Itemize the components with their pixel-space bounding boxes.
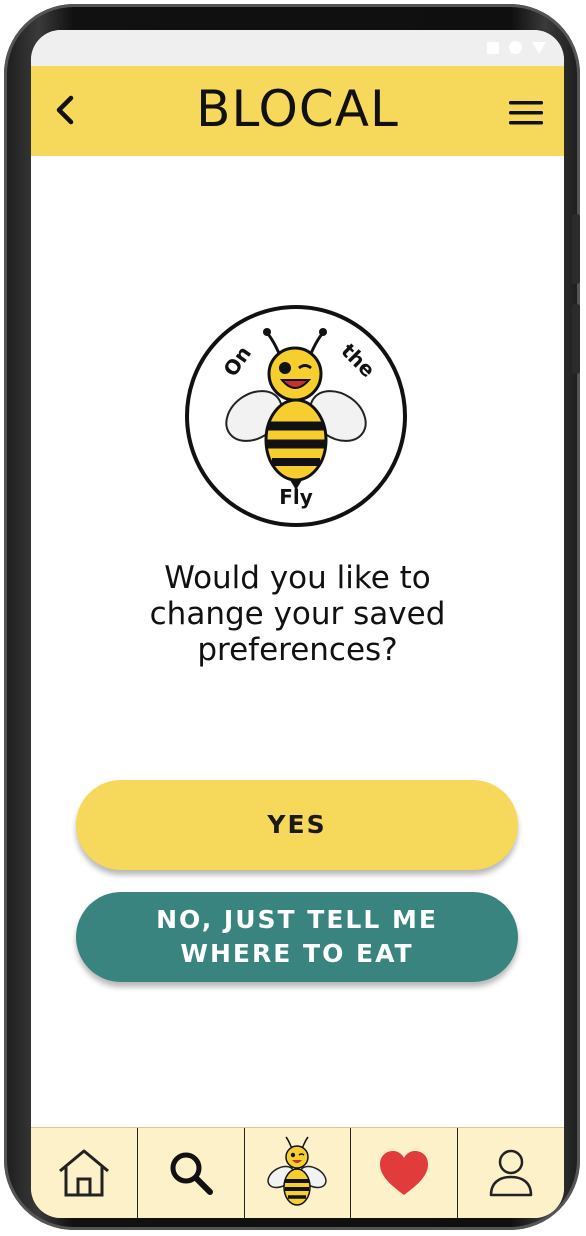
status-bar (31, 30, 564, 66)
no-tell-me-where-to-eat-button[interactable]: NO, JUST TELL ME WHERE TO EAT (76, 892, 518, 982)
on-the-fly-logo: On the Fly (184, 304, 408, 528)
heart-icon (380, 1151, 429, 1195)
yes-button[interactable]: YES (76, 780, 518, 870)
user-icon (489, 1149, 533, 1197)
nav-item-search[interactable] (136, 1128, 244, 1218)
preferences-question: Would you like to change your saved pref… (149, 560, 446, 668)
nav-item-bee[interactable] (243, 1128, 351, 1218)
wifi-icon (509, 41, 522, 54)
bee-icon (267, 1136, 328, 1206)
battery-icon (532, 41, 546, 54)
nav-item-home[interactable] (31, 1128, 137, 1218)
hamburger-menu-icon (509, 101, 543, 125)
volume-button (572, 214, 580, 284)
logo-word-fly: Fly (279, 485, 313, 509)
menu-button[interactable] (508, 100, 544, 126)
bottom-navigation (31, 1127, 564, 1218)
power-button (572, 304, 580, 374)
search-icon (170, 1152, 213, 1195)
app-title: BLOCAL (196, 80, 399, 138)
app-bar: BLOCAL (31, 66, 564, 156)
screen: BLOCAL On the Fly Would you like to chan… (31, 30, 564, 1218)
nav-item-favorites[interactable] (350, 1128, 457, 1218)
signal-icon (487, 41, 499, 54)
nav-item-profile[interactable] (457, 1128, 564, 1218)
home-icon (58, 1149, 109, 1197)
phone-frame: BLOCAL On the Fly Would you like to chan… (4, 4, 580, 1230)
